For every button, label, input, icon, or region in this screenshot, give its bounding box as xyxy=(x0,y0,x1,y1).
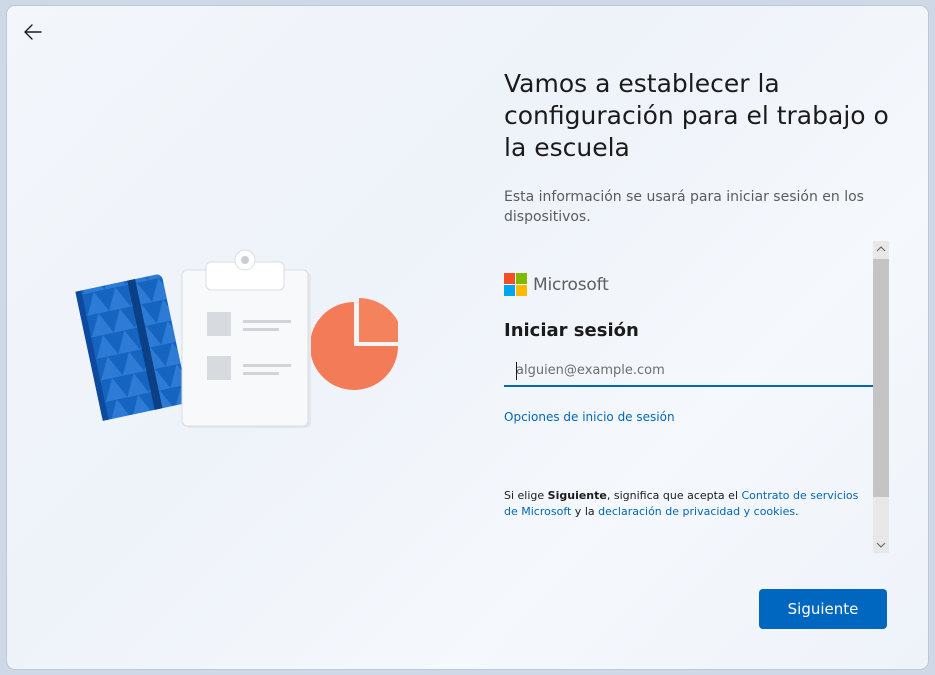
page-subtitle: Esta información se usará para iniciar s… xyxy=(504,189,864,225)
setup-window: Vamos a establecer la configuración para… xyxy=(7,6,928,669)
text-caret xyxy=(516,362,517,380)
terms-suffix: . xyxy=(795,505,799,518)
terms-prefix: Si elige xyxy=(504,489,548,502)
terms-conj: y la xyxy=(571,505,599,518)
page-title: Vamos a establecer la configuración para… xyxy=(504,69,889,162)
scroll-up-button[interactable] xyxy=(873,241,889,257)
pie-chart-icon xyxy=(310,298,398,390)
scroll-thumb[interactable] xyxy=(873,259,889,497)
back-button[interactable] xyxy=(19,18,47,46)
terms-bold: Siguiente xyxy=(547,489,607,502)
microsoft-logo-text: Microsoft xyxy=(533,274,609,295)
next-button[interactable]: Siguiente xyxy=(759,589,887,629)
privacy-statement-link[interactable]: declaración de privacidad y cookies xyxy=(598,505,795,518)
terms-mid: , significa que acepta el xyxy=(606,489,742,502)
notebook-icon xyxy=(75,274,188,421)
signin-options-link[interactable]: Opciones de inicio de sesión xyxy=(504,410,675,424)
chevron-down-icon xyxy=(876,542,886,548)
microsoft-squares-icon xyxy=(504,273,527,296)
clipboard-icon xyxy=(181,249,311,428)
signin-heading: Iniciar sesión xyxy=(504,320,639,341)
signin-scrollbar[interactable] xyxy=(873,241,889,553)
microsoft-logo: Microsoft xyxy=(504,273,609,296)
scroll-down-button[interactable] xyxy=(873,537,889,553)
terms-text: Si elige Siguiente, significa que acepta… xyxy=(504,488,874,520)
signin-panel: Microsoft Iniciar sesión Opciones de ini… xyxy=(504,241,874,553)
arrow-left-icon xyxy=(24,24,42,40)
email-input[interactable] xyxy=(504,355,874,387)
work-school-illustration xyxy=(75,249,398,428)
chevron-up-icon xyxy=(876,246,886,252)
